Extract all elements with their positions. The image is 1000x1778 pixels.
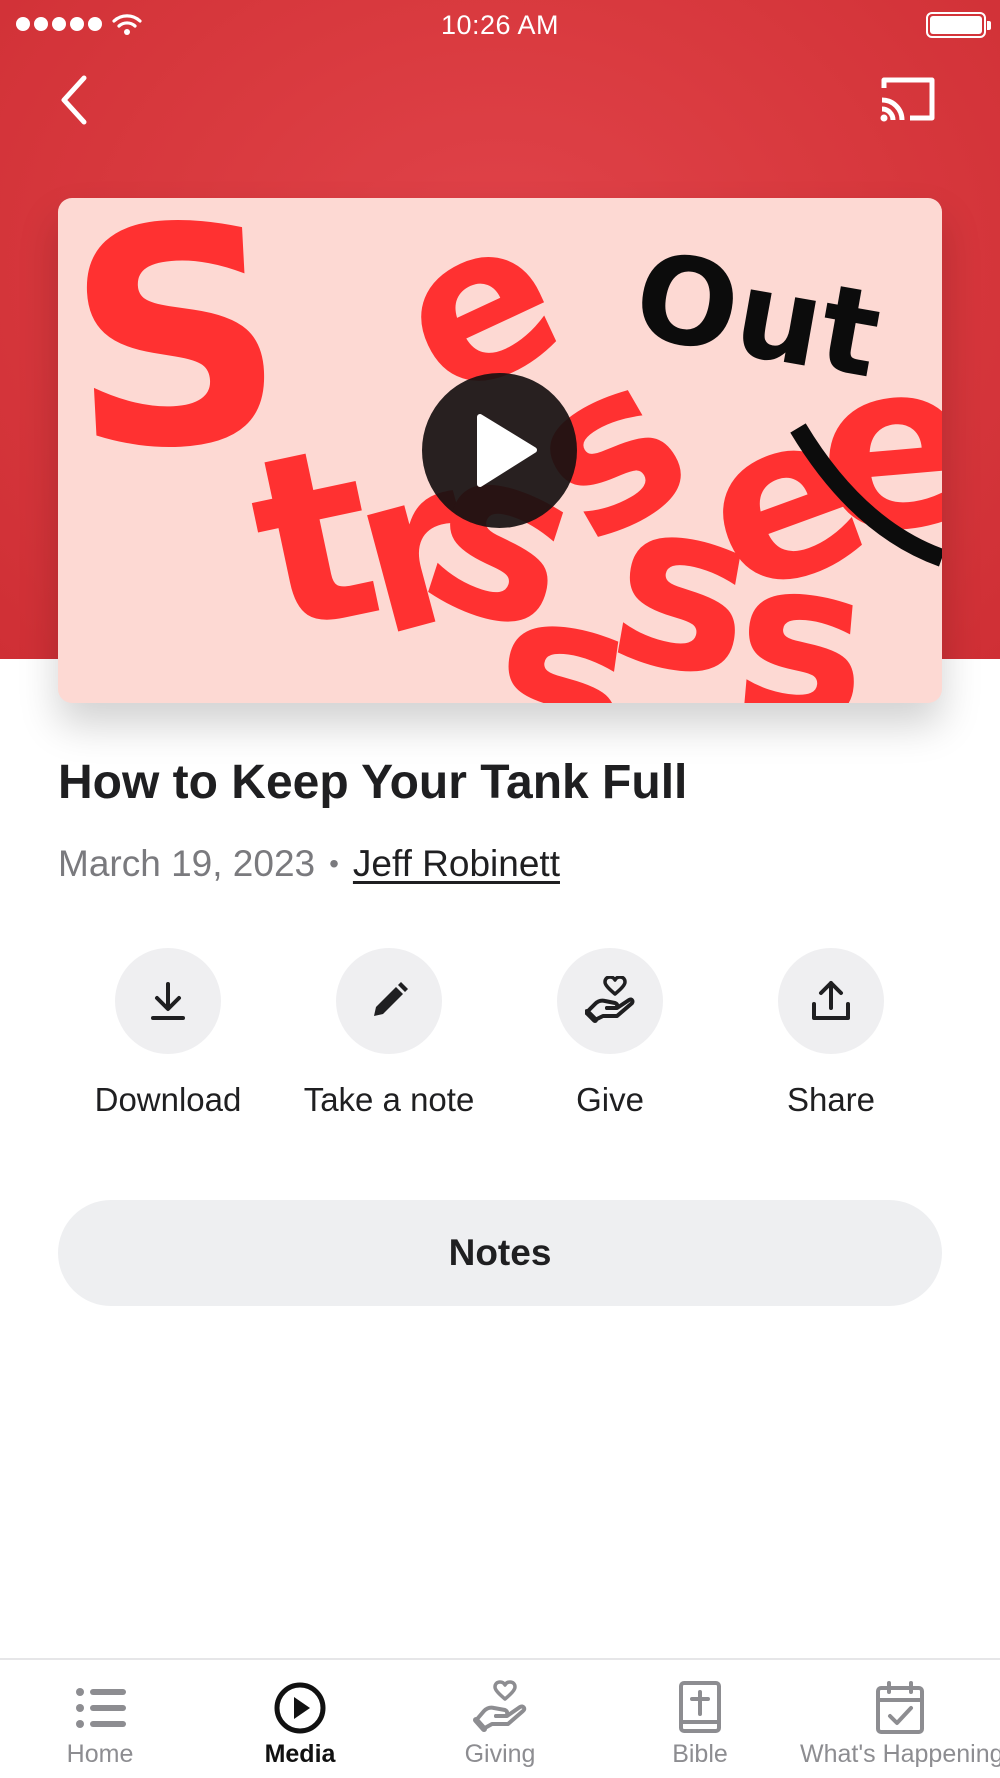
status-bar: 10:26 AM	[0, 0, 1000, 50]
battery-icon	[926, 12, 991, 38]
take-a-note-button-circle[interactable]	[336, 948, 442, 1054]
tab-media[interactable]: Media	[200, 1660, 400, 1778]
give-button-circle[interactable]	[557, 948, 663, 1054]
download-button[interactable]: Download	[58, 948, 278, 1119]
tab-home-label: Home	[66, 1740, 134, 1768]
download-label: Download	[94, 1081, 242, 1118]
speaker-link[interactable]: Jeff Robinett	[353, 843, 560, 885]
meta-separator: •	[329, 848, 339, 879]
sermon-meta: March 19, 2023 • Jeff Robinett	[58, 843, 560, 885]
action-row: Download Take a note Give Share	[58, 948, 942, 1128]
sermon-artwork[interactable]: S t r e s s s e s s e Out	[58, 198, 942, 703]
giving-hand-heart-icon	[473, 1680, 527, 1732]
list-icon	[76, 1688, 126, 1728]
take-a-note-button[interactable]: Take a note	[279, 948, 499, 1119]
tab-bar: Home Media Giving Bible What's Happening	[0, 1658, 1000, 1778]
tab-giving-label: Giving	[464, 1740, 536, 1768]
play-circle-icon	[274, 1682, 326, 1734]
share-button[interactable]: Share	[721, 948, 941, 1119]
pencil-icon	[374, 982, 408, 1016]
tab-home[interactable]: Home	[0, 1660, 200, 1778]
back-button[interactable]	[52, 70, 104, 130]
chevron-left-icon	[61, 75, 87, 125]
download-button-circle[interactable]	[115, 948, 221, 1054]
status-time: 10:26 AM	[440, 10, 560, 40]
cast-icon	[880, 77, 935, 122]
download-icon	[151, 982, 185, 1020]
give-label: Give	[576, 1081, 644, 1118]
giving-hand-heart-icon	[585, 976, 635, 1023]
give-button[interactable]: Give	[500, 948, 720, 1119]
share-label: Share	[786, 1081, 876, 1118]
play-icon	[477, 414, 537, 487]
tab-bible[interactable]: Bible	[600, 1660, 800, 1778]
share-button-circle[interactable]	[778, 948, 884, 1054]
bible-icon	[679, 1681, 721, 1733]
sermon-title: How to Keep Your Tank Full	[58, 756, 688, 809]
take-a-note-label: Take a note	[303, 1081, 475, 1118]
sermon-date: March 19, 2023	[58, 843, 316, 884]
play-button[interactable]	[422, 373, 577, 528]
calendar-check-icon	[876, 1681, 924, 1734]
tab-giving[interactable]: Giving	[400, 1660, 600, 1778]
tab-media-label: Media	[264, 1740, 336, 1768]
artwork-word-out: Out	[625, 226, 890, 405]
notes-button[interactable]: Notes	[58, 1200, 942, 1306]
tab-whats-happening-label: What's Happening	[800, 1740, 1000, 1768]
tab-whats-happening[interactable]: What's Happening	[800, 1660, 1000, 1778]
share-icon	[812, 981, 850, 1020]
cast-button[interactable]	[874, 72, 938, 128]
tab-bible-label: Bible	[672, 1740, 728, 1768]
